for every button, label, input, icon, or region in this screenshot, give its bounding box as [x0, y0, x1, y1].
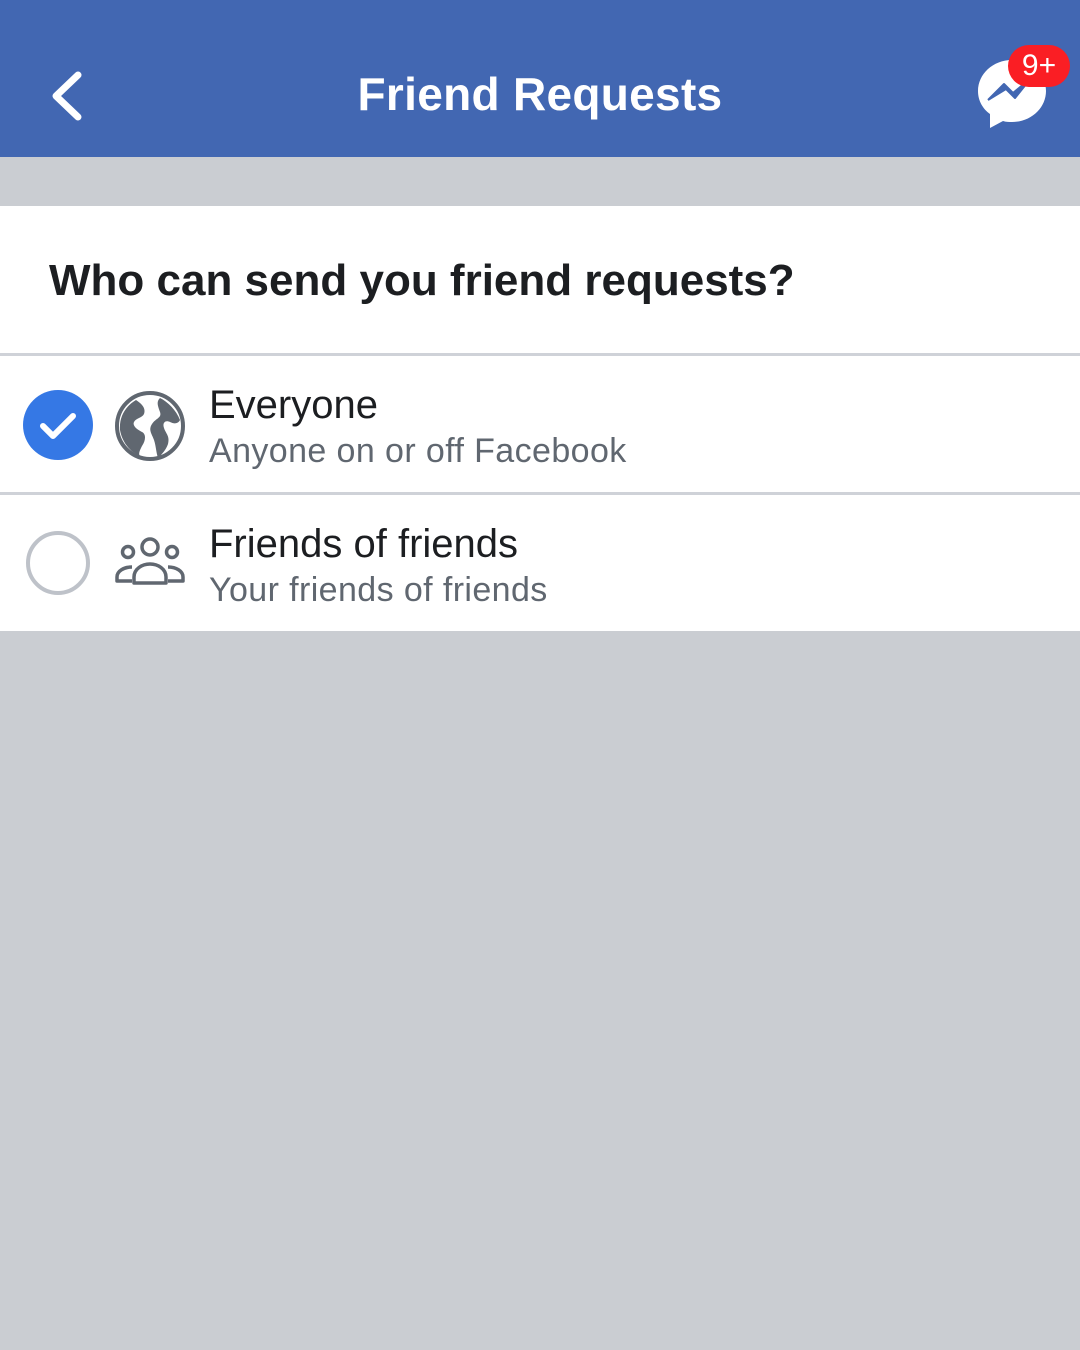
- notification-badge: 9+: [1008, 45, 1070, 87]
- globe-icon: [112, 388, 188, 464]
- checkmark-icon: [40, 413, 76, 439]
- option-subtitle: Your friends of friends: [209, 571, 548, 609]
- radio-unselected[interactable]: [26, 531, 90, 595]
- option-friends-of-friends[interactable]: Friends of friends Your friends of frien…: [0, 495, 1080, 631]
- option-title: Friends of friends: [209, 522, 519, 566]
- option-title: Everyone: [209, 383, 378, 427]
- option-subtitle: Anyone on or off Facebook: [209, 432, 627, 470]
- radio-selected[interactable]: [23, 390, 93, 460]
- option-everyone[interactable]: Everyone Anyone on or off Facebook: [0, 356, 1080, 492]
- question-section: Who can send you friend requests?: [0, 206, 1080, 353]
- page-title: Friend Requests: [357, 68, 723, 120]
- question-heading: Who can send you friend requests?: [49, 256, 795, 305]
- group-icon: [112, 525, 188, 601]
- navigation-bar: Friend Requests 9+: [0, 0, 1080, 157]
